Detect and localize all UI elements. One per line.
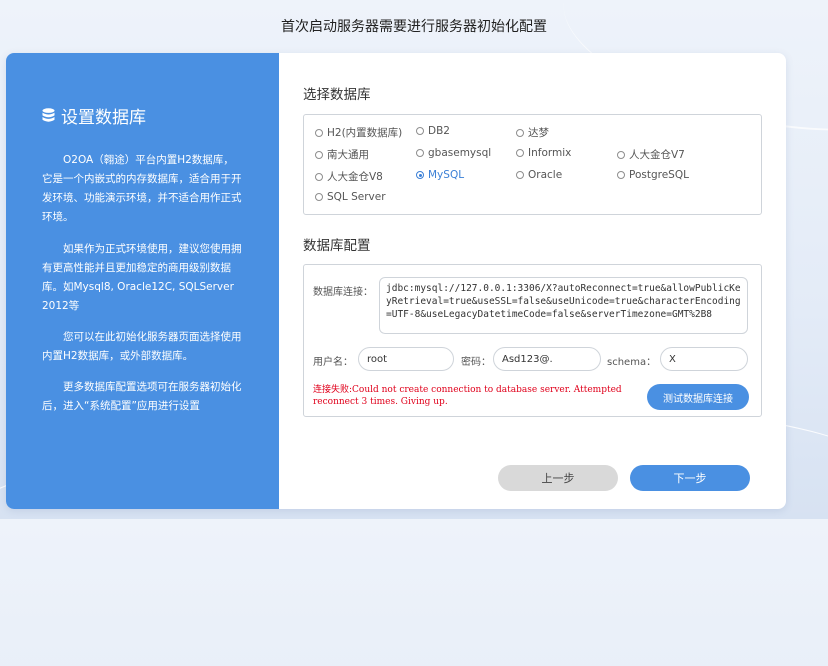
jdbc-url-textarea[interactable]: jdbc:mysql://127.0.0.1:3306/X?autoReconn… — [379, 277, 748, 334]
radio-circle-icon — [315, 193, 323, 201]
info-paragraph: 更多数据库配置选项可在服务器初始化后，进入“系统配置”应用进行设置 — [42, 381, 242, 412]
select-db-title: 选择数据库 — [303, 87, 371, 103]
password-label: 密码： — [461, 357, 491, 368]
radio-circle-icon — [315, 150, 323, 159]
radio-postgresql[interactable]: PostgreSQL — [617, 169, 689, 181]
panel-title-text: 设置数据库 — [61, 108, 146, 128]
url-label: 数据库连接： — [313, 287, 373, 298]
radio-circle-icon — [617, 171, 625, 179]
radio-gbase[interactable]: 南大通用 — [315, 147, 369, 162]
radio-circle-icon — [416, 149, 424, 157]
next-step-button[interactable]: 下一步 — [630, 465, 750, 491]
radio-dameng[interactable]: 达梦 — [516, 125, 549, 140]
info-paragraph: O2OA（翱途）平台内置H2数据库，它是一个内嵌式的内存数据库，适合用于开发环境… — [42, 154, 242, 223]
radio-circle-icon — [516, 149, 524, 157]
radio-circle-icon — [617, 150, 625, 159]
db-config-box: 数据库连接： jdbc:mysql://127.0.0.1:3306/X?aut… — [303, 264, 762, 417]
schema-input[interactable] — [660, 347, 748, 371]
radio-selected-icon — [416, 171, 424, 179]
username-label: 用户名： — [313, 357, 353, 368]
db-options-box: H2(内置数据库) DB2 达梦 南大通用 gbasemysql Informi… — [303, 114, 762, 215]
db-config-title: 数据库配置 — [303, 238, 371, 254]
radio-circle-icon — [516, 128, 524, 137]
radio-kingbase-v7[interactable]: 人大金仓V7 — [617, 147, 685, 162]
info-paragraph: 您可以在此初始化服务器页面选择使用内置H2数据库，或外部数据库。 — [42, 331, 242, 362]
radio-oracle[interactable]: Oracle — [516, 169, 562, 181]
prev-step-button[interactable]: 上一步 — [498, 465, 618, 491]
radio-sqlserver[interactable]: SQL Server — [315, 191, 386, 203]
radio-gbasemysql[interactable]: gbasemysql — [416, 147, 491, 159]
page-title: 首次启动服务器需要进行服务器初始化配置 — [281, 19, 547, 35]
radio-informix[interactable]: Informix — [516, 147, 571, 159]
database-icon — [42, 107, 55, 122]
radio-circle-icon — [315, 172, 323, 181]
radio-circle-icon — [516, 171, 524, 179]
radio-circle-icon — [416, 127, 424, 135]
radio-kingbase-v8[interactable]: 人大金仓V8 — [315, 169, 383, 184]
schema-label: schema： — [607, 357, 657, 368]
test-connection-button[interactable]: 测试数据库连接 — [647, 384, 749, 410]
radio-h2[interactable]: H2(内置数据库) — [315, 125, 402, 140]
username-input[interactable] — [358, 347, 454, 371]
info-paragraph: 如果作为正式环境使用，建议您使用拥有更高性能并且更加稳定的商用级别数据库。如My… — [42, 243, 242, 312]
radio-db2[interactable]: DB2 — [416, 125, 450, 137]
setup-card: 设置数据库 O2OA（翱途）平台内置H2数据库，它是一个内嵌式的内存数据库，适合… — [6, 53, 786, 509]
connection-error-text: 连接失败:Could not create connection to data… — [313, 385, 622, 407]
config-panel: 选择数据库 H2(内置数据库) DB2 达梦 南大通用 gbasemysql I… — [279, 53, 786, 509]
password-input[interactable] — [493, 347, 601, 371]
info-panel: 设置数据库 O2OA（翱途）平台内置H2数据库，它是一个内嵌式的内存数据库，适合… — [6, 53, 279, 509]
radio-circle-icon — [315, 128, 323, 137]
panel-title: 设置数据库 — [42, 103, 146, 128]
radio-mysql[interactable]: MySQL — [416, 169, 464, 181]
